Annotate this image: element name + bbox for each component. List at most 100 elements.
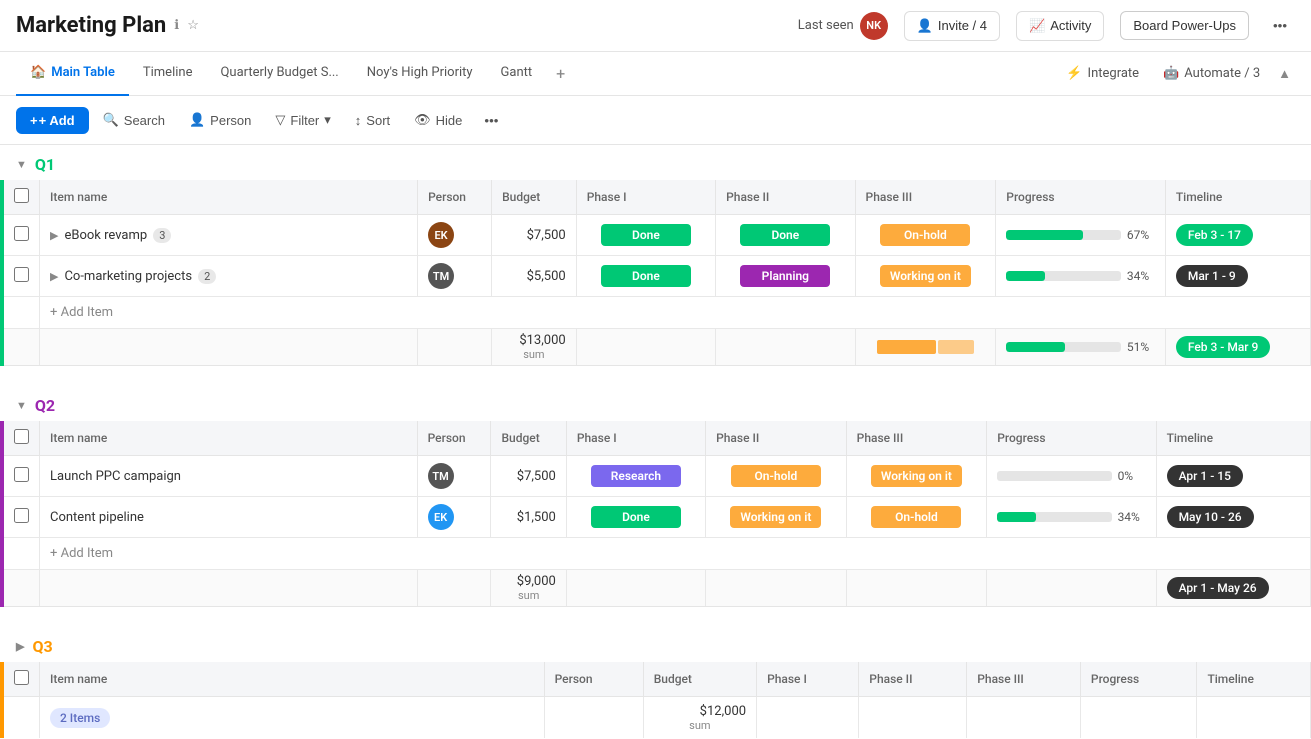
q2-row2-name-cell: Content pipeline ⊕ xyxy=(40,497,418,538)
q1-row1-sub-count: 3 xyxy=(153,228,171,243)
q1-sum-progress-cell: 51% xyxy=(996,329,1166,366)
q3-collapsed-row: 2 Items $12,000 sum xyxy=(2,697,1311,739)
q1-sum-timeline: Feb 3 - Mar 9 xyxy=(1165,329,1310,366)
group-q1: ▼ Q1 Item name Person Budget Phase I Pha… xyxy=(0,145,1311,366)
table-row: ▶ eBook revamp 3 ⊕ EK $7,500 Done Done xyxy=(2,215,1311,256)
info-icon[interactable]: ℹ xyxy=(174,18,179,33)
table-row: Content pipeline ⊕ EK $1,500 Done Workin… xyxy=(2,497,1311,538)
q2-col-phase3: Phase III xyxy=(846,421,987,456)
q2-row2-checkbox-cell xyxy=(2,497,40,538)
q2-row1-timeline: Apr 1 - 15 xyxy=(1156,456,1310,497)
q2-row1-name-cell: Launch PPC campaign ⊕ xyxy=(40,456,418,497)
q2-row2-phase2: Working on it xyxy=(706,497,847,538)
main-content: ▼ Q1 Item name Person Budget Phase I Pha… xyxy=(0,145,1311,738)
group-q2-header[interactable]: ▼ Q2 xyxy=(0,386,1311,421)
q3-checkbox-col xyxy=(2,662,40,697)
q1-col-phase1: Phase I xyxy=(576,180,715,215)
person-icon: 👤 xyxy=(917,18,933,34)
automate-icon: 🤖 xyxy=(1163,66,1179,81)
q2-row1-avatar: TM xyxy=(428,463,454,489)
q1-row2-expand-icon[interactable]: ▶ xyxy=(50,270,58,283)
activity-button[interactable]: 📈 Activity xyxy=(1016,11,1104,41)
group-q1-header[interactable]: ▼ Q1 xyxy=(0,145,1311,180)
header-right: Last seen NK 👤 Invite / 4 📈 Activity Boa… xyxy=(798,11,1295,41)
q1-row2-checkbox[interactable] xyxy=(14,267,29,282)
q2-row2-checkbox[interactable] xyxy=(14,508,29,523)
q2-add-item-label[interactable]: + Add Item xyxy=(40,538,1311,570)
add-tab-button[interactable]: + xyxy=(546,54,575,93)
last-seen-label: Last seen xyxy=(798,18,854,33)
sort-button[interactable]: ↕ Sort xyxy=(345,107,400,134)
q1-row1-checkbox[interactable] xyxy=(14,226,29,241)
q2-row1-checkbox[interactable] xyxy=(14,467,29,482)
q1-collapse-icon[interactable]: ▼ xyxy=(16,158,27,171)
q1-row2-phase2-badge: Planning xyxy=(740,265,830,287)
q2-row1-progress-cell: 0% xyxy=(987,456,1156,497)
q1-sum-timeline-badge: Feb 3 - Mar 9 xyxy=(1176,336,1271,358)
q1-row2-avatar: TM xyxy=(428,263,454,289)
q1-row1-avatar: EK xyxy=(428,222,454,248)
q1-add-item-label[interactable]: + Add Item xyxy=(40,297,1311,329)
toolbar-more-button[interactable]: ••• xyxy=(476,107,506,134)
q1-row2-progress-fill xyxy=(1006,271,1045,281)
q1-row1-budget: $7,500 xyxy=(492,215,577,256)
more-options-button[interactable]: ••• xyxy=(1265,12,1295,39)
invite-button[interactable]: 👤 Invite / 4 xyxy=(904,11,1000,41)
star-icon[interactable]: ☆ xyxy=(187,18,199,33)
q1-row1-timeline-badge: Feb 3 - 17 xyxy=(1176,224,1253,246)
tab-timeline[interactable]: Timeline xyxy=(129,52,207,96)
tab-main-table[interactable]: 🏠 Main Table xyxy=(16,52,129,96)
q1-row2-phase2: Planning xyxy=(716,256,855,297)
q2-checkbox-col xyxy=(2,421,40,456)
q2-col-timeline: Timeline xyxy=(1156,421,1310,456)
tab-noy-priority[interactable]: Noy's High Priority xyxy=(353,52,487,96)
q1-row1-progress-fill xyxy=(1006,230,1083,240)
search-button[interactable]: 🔍 Search xyxy=(93,106,175,134)
add-button[interactable]: + + Add xyxy=(16,107,89,134)
home-icon: 🏠 xyxy=(30,65,46,80)
q2-col-phase2: Phase II xyxy=(706,421,847,456)
app-header: Marketing Plan ℹ ☆ Last seen NK 👤 Invite… xyxy=(0,0,1311,52)
tab-gantt[interactable]: Gantt xyxy=(487,52,547,96)
tab-quarterly-budget[interactable]: Quarterly Budget S... xyxy=(206,52,352,96)
hide-button[interactable]: 👁 Hide xyxy=(404,106,472,134)
q2-collapse-icon[interactable]: ▼ xyxy=(16,399,27,412)
board-powerups-button[interactable]: Board Power-Ups xyxy=(1120,11,1249,40)
q2-sum-budget: $9,000 sum xyxy=(491,570,566,607)
q3-table-wrap: Item name Person Budget Phase I Phase II… xyxy=(0,662,1311,738)
q2-col-person: Person xyxy=(417,421,491,456)
filter-button[interactable]: ▽ Filter ▾ xyxy=(265,106,340,134)
q3-label: Q3 xyxy=(32,637,52,656)
q3-collapse-icon[interactable]: ▶ xyxy=(16,640,24,653)
q1-row2-name-cell: ▶ Co-marketing projects 2 ⊕ xyxy=(40,256,418,297)
search-icon: 🔍 xyxy=(103,112,119,128)
q1-row2-person-cell: TM xyxy=(418,256,492,297)
group-q3-header[interactable]: ▶ Q3 xyxy=(0,627,1311,662)
q1-table: Item name Person Budget Phase I Phase II… xyxy=(0,180,1311,366)
q2-row1-checkbox-cell xyxy=(2,456,40,497)
q3-col-budget: Budget xyxy=(643,662,756,697)
q3-select-all[interactable] xyxy=(14,670,29,685)
q3-items-count-cell: 2 Items xyxy=(40,697,545,739)
page-title: Marketing Plan xyxy=(16,13,166,38)
collapse-tabs-icon[interactable]: ▲ xyxy=(1274,62,1295,86)
automate-button[interactable]: 🤖 Automate / 3 xyxy=(1153,61,1270,86)
integrate-button[interactable]: ⚡ Integrate xyxy=(1056,61,1149,86)
person-button[interactable]: 👤 Person xyxy=(179,106,261,134)
q2-select-all[interactable] xyxy=(14,429,29,444)
q1-row2-phase1-badge: Done xyxy=(601,265,691,287)
q2-table: Item name Person Budget Phase I Phase II… xyxy=(0,421,1311,607)
q2-add-item-row[interactable]: + Add Item xyxy=(2,538,1311,570)
q1-sum-progress-pct: 51% xyxy=(1127,340,1155,354)
q1-row1-expand-icon[interactable]: ▶ xyxy=(50,229,58,242)
q1-row1-name: eBook revamp xyxy=(64,228,147,243)
q2-row1-progress-bar xyxy=(997,471,1111,481)
q1-add-item-row[interactable]: + Add Item xyxy=(2,297,1311,329)
q2-row1-phase3-badge: Working on it xyxy=(871,465,962,487)
q1-select-all[interactable] xyxy=(14,188,29,203)
q1-row1-phase2: Done xyxy=(716,215,855,256)
q1-row2-phase3-badge: Working on it xyxy=(880,265,971,287)
q1-row2-budget: $5,500 xyxy=(492,256,577,297)
q2-sum-timeline-badge: Apr 1 - May 26 xyxy=(1167,577,1269,599)
q1-row1-phase3-badge: On-hold xyxy=(880,224,970,246)
